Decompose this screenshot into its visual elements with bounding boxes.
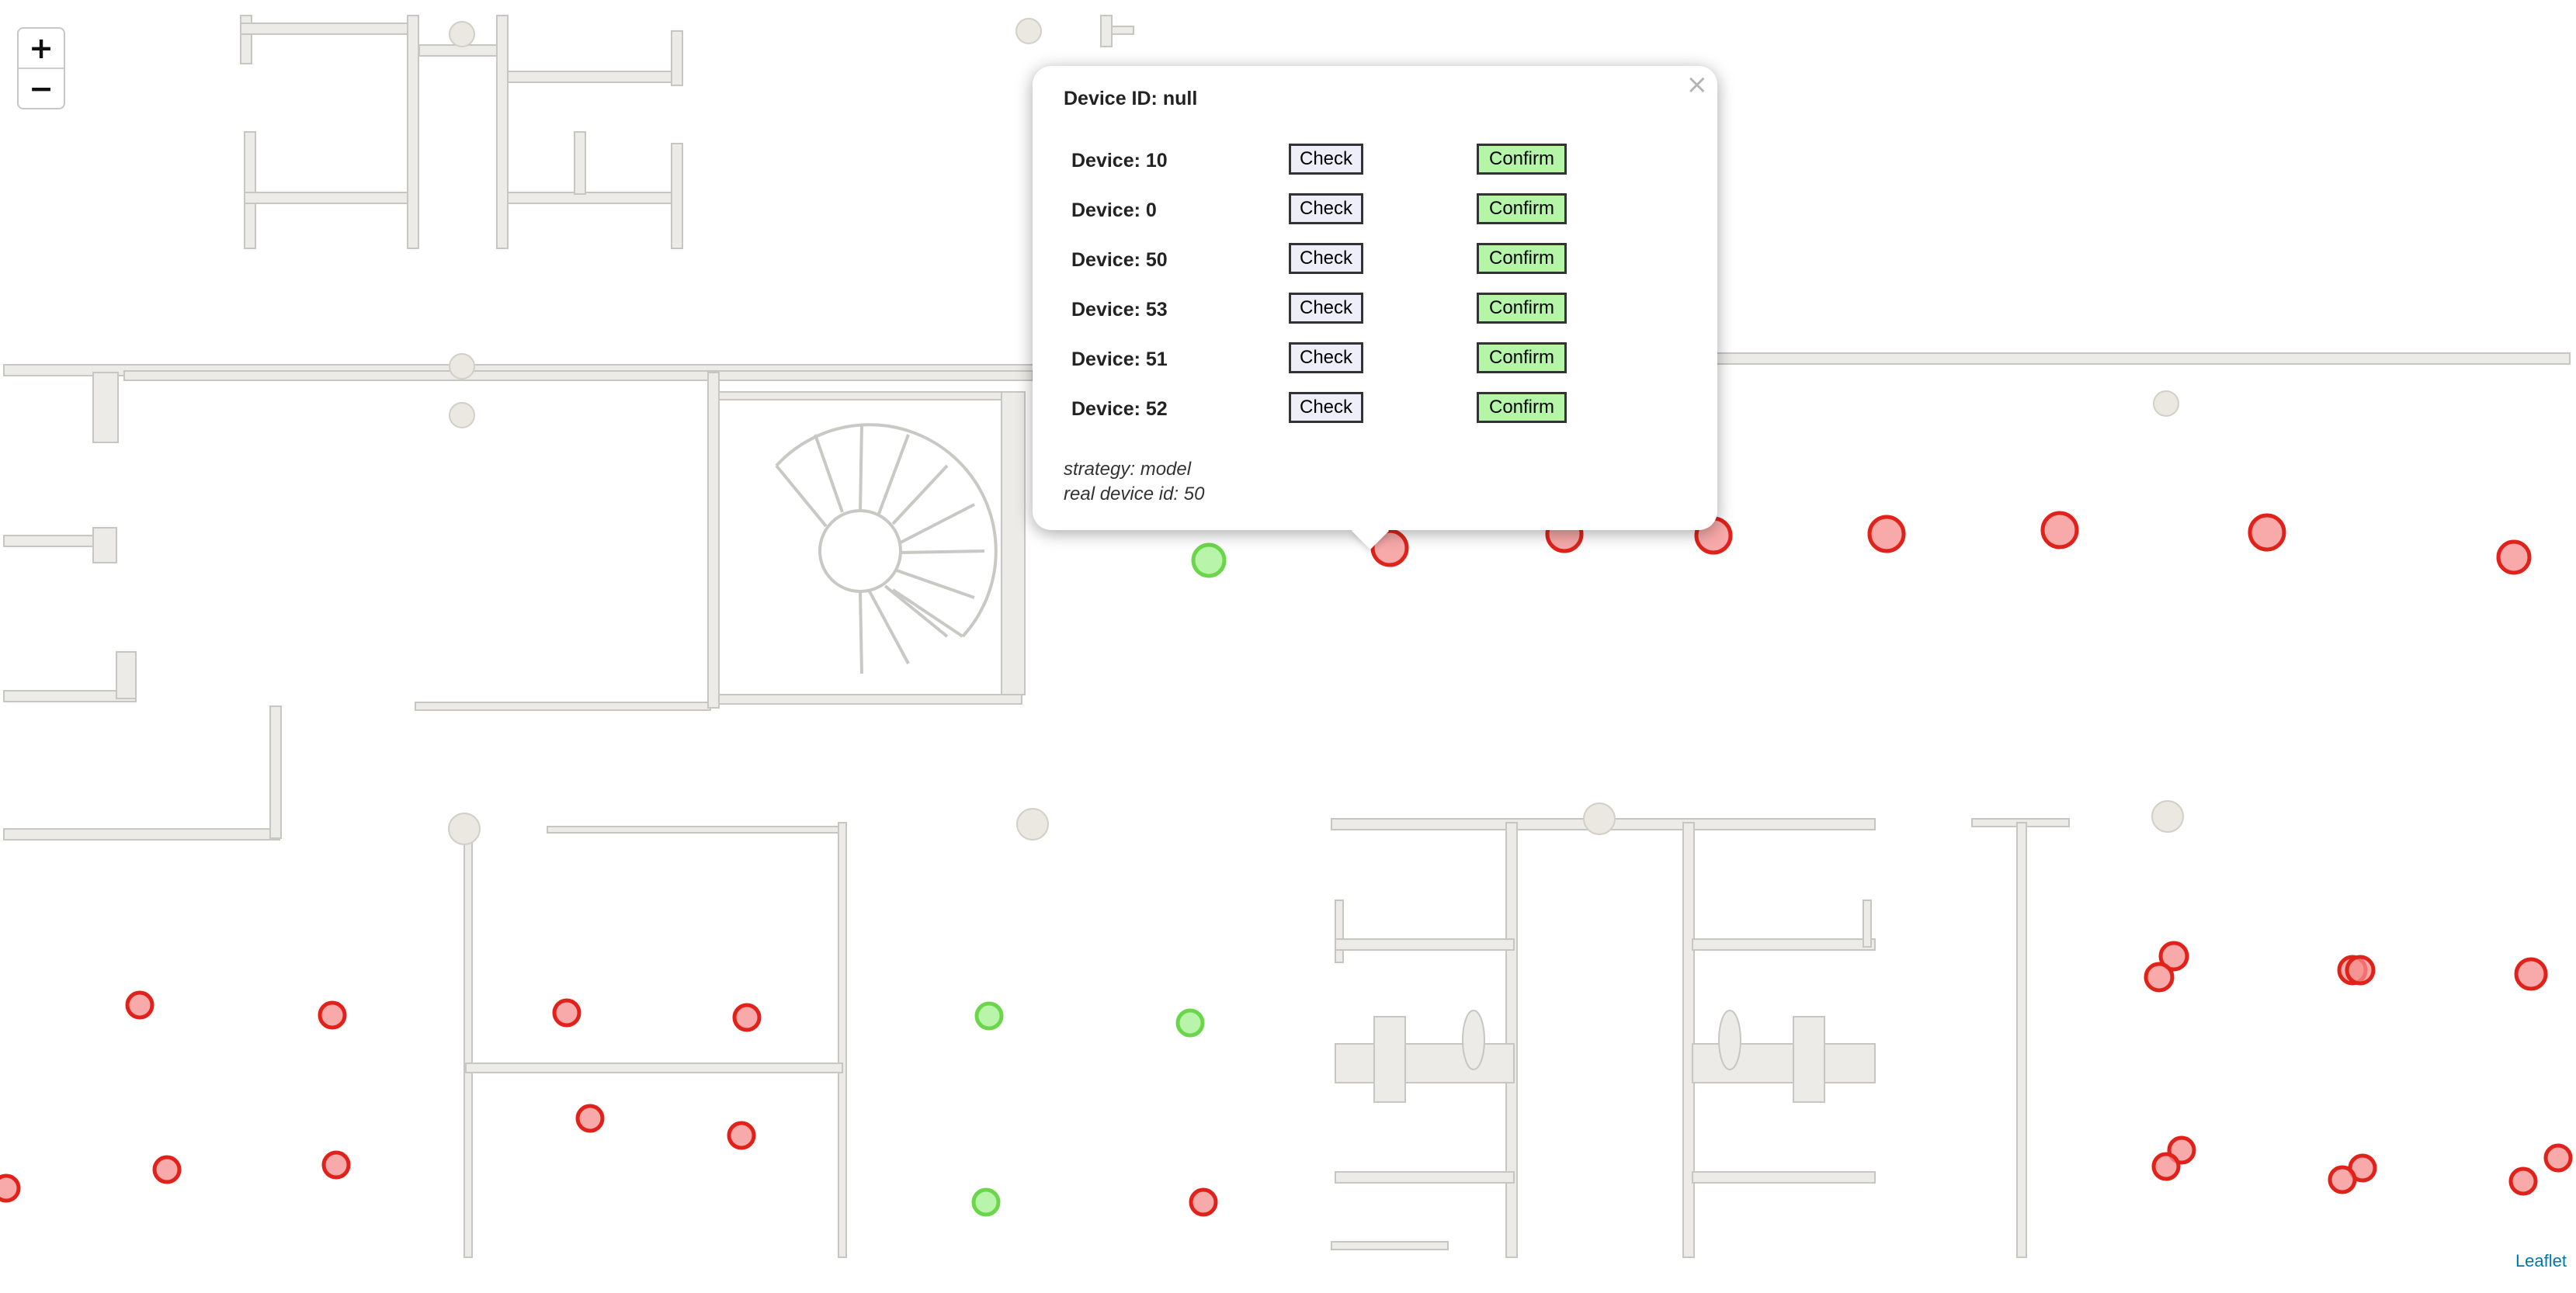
device-label: Device: 53 [1071, 299, 1168, 321]
device-marker[interactable] [2144, 962, 2175, 993]
popup-close-button[interactable]: × [1686, 69, 1709, 100]
device-row: Device: 51 Check Confirm [1071, 342, 1615, 392]
device-label: Device: 50 [1071, 249, 1168, 271]
device-row: Device: 0 Check Confirm [1071, 193, 1615, 243]
device-marker[interactable] [2508, 1166, 2538, 1196]
device-marker[interactable] [552, 998, 582, 1028]
device-marker[interactable] [1189, 1187, 1218, 1217]
device-marker[interactable] [321, 1150, 351, 1180]
confirm-button[interactable]: Confirm [1477, 392, 1567, 423]
check-button[interactable]: Check [1289, 144, 1363, 175]
device-popup: × Device ID: null Device: 10 Check Confi… [1033, 66, 1717, 550]
check-button[interactable]: Check [1289, 193, 1363, 224]
confirm-button[interactable]: Confirm [1477, 342, 1567, 373]
device-label: Device: 51 [1071, 348, 1168, 370]
stair-room [707, 372, 1026, 709]
device-marker[interactable] [971, 1187, 1001, 1217]
device-marker[interactable] [318, 1000, 347, 1030]
device-marker[interactable] [2496, 539, 2532, 575]
device-marker[interactable] [125, 990, 154, 1020]
zoom-in-button[interactable]: + [19, 29, 64, 68]
confirm-button[interactable]: Confirm [1477, 144, 1567, 175]
check-button[interactable]: Check [1289, 243, 1363, 274]
device-row: Device: 10 Check Confirm [1071, 144, 1615, 193]
device-marker[interactable] [2514, 957, 2548, 991]
device-label: Device: 0 [1071, 199, 1157, 221]
popup-title: Device ID: null [1064, 88, 1198, 109]
check-button[interactable]: Check [1289, 392, 1363, 423]
zoom-out-button[interactable]: − [19, 68, 64, 108]
device-marker[interactable] [152, 1155, 182, 1184]
device-marker[interactable] [1867, 515, 1906, 553]
device-marker[interactable] [2040, 511, 2079, 549]
device-marker[interactable] [732, 1003, 762, 1032]
device-row: Device: 50 Check Confirm [1071, 243, 1615, 293]
zoom-control: + − [17, 27, 65, 109]
device-markers[interactable] [0, 511, 2573, 1217]
walls-lower-middle [463, 822, 847, 1258]
check-button[interactable]: Check [1289, 293, 1363, 324]
popup-meta: strategy: model real device id: 50 [1064, 457, 1204, 507]
walls-top-left [240, 15, 1134, 249]
device-marker[interactable] [2328, 1165, 2357, 1194]
device-marker[interactable] [727, 1121, 756, 1150]
device-row: Device: 52 Check Confirm [1071, 392, 1615, 442]
leaflet-attribution-link[interactable]: Leaflet [2515, 1251, 2567, 1271]
device-marker[interactable] [0, 1173, 21, 1203]
device-marker[interactable] [1191, 543, 1227, 578]
real-device-text: real device id: 50 [1064, 484, 1205, 504]
device-marker[interactable] [2345, 955, 2376, 986]
device-marker[interactable] [2248, 513, 2286, 552]
device-label: Device: 52 [1071, 398, 1168, 420]
walls-lower-right [1331, 818, 2070, 1258]
device-marker[interactable] [2151, 1152, 2181, 1181]
confirm-button[interactable]: Confirm [1477, 193, 1567, 224]
confirm-button[interactable]: Confirm [1477, 293, 1567, 324]
check-button[interactable]: Check [1289, 342, 1363, 373]
device-marker[interactable] [2543, 1143, 2573, 1173]
device-marker[interactable] [1175, 1008, 1205, 1038]
device-row: Device: 53 Check Confirm [1071, 293, 1615, 342]
device-label: Device: 10 [1071, 150, 1168, 172]
device-list: Device: 10 Check Confirm Device: 0 Check… [1071, 144, 1615, 442]
strategy-text: strategy: model [1064, 459, 1192, 480]
device-marker[interactable] [974, 1001, 1004, 1031]
confirm-button[interactable]: Confirm [1477, 243, 1567, 274]
device-marker[interactable] [575, 1104, 605, 1133]
